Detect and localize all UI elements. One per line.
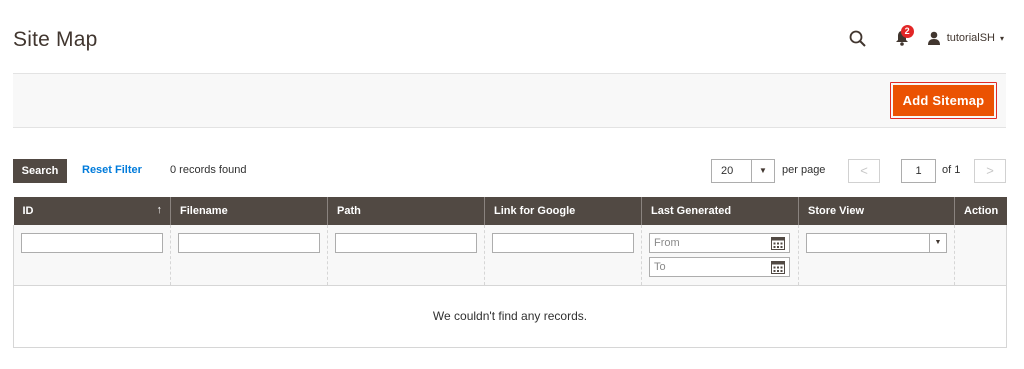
column-header-label: ID [22,205,34,217]
header-actions: 2 tutorialSH ▾ [847,25,1004,50]
calendar-icon[interactable] [771,236,785,250]
column-header-path[interactable]: Path [327,197,485,225]
chevron-down-icon: ▾ [999,33,1004,43]
date-from-wrap [649,233,790,253]
sort-arrow-icon: ↑ [156,204,163,216]
filter-cell-store-view: ▼ [798,225,955,285]
sitemap-grid: ID ↑ Filename Path Link for Google Last … [13,197,1007,348]
records-count: 0 records found [170,164,247,176]
chevron-down-icon[interactable]: ▼ [751,160,774,182]
grid-header-row: ID ↑ Filename Path Link for Google Last … [13,197,1007,225]
next-page-button[interactable]: > [974,159,1006,183]
path-filter-input[interactable] [335,233,477,253]
filter-cell-filename [170,225,328,285]
filter-cell-id [13,225,171,285]
empty-row: We couldn't find any records. [13,284,1007,348]
add-button-focus-ring: Add Sitemap [890,82,997,119]
total-pages-label: of 1 [942,164,961,176]
per-page-select[interactable]: 20 ▼ [711,159,775,183]
search-icon[interactable] [847,27,869,49]
per-page-label: per page [782,164,826,176]
store-view-select[interactable]: ▼ [806,233,947,253]
date-to-wrap [649,257,790,277]
filter-cell-last-generated [641,225,799,285]
column-header-store-view[interactable]: Store View [798,197,955,225]
column-header-last-generated[interactable]: Last Generated [641,197,799,225]
page-actions-bar: Add Sitemap [13,73,1006,128]
user-menu-button[interactable]: tutorialSH ▾ [927,31,1004,45]
link-filter-input[interactable] [492,233,634,253]
id-filter-input[interactable] [21,233,163,253]
filter-cell-path [327,225,485,285]
filename-filter-input[interactable] [178,233,320,253]
date-from-input[interactable] [649,233,790,253]
page-title: Site Map [13,28,98,51]
column-header-link-for-google[interactable]: Link for Google [484,197,642,225]
date-to-input[interactable] [649,257,790,277]
reset-filter-link[interactable]: Reset Filter [82,164,142,176]
current-page-input[interactable] [901,159,936,183]
notifications-badge: 2 [900,25,914,38]
per-page-value: 20 [721,165,734,177]
filter-cell-action [954,225,1007,285]
filter-cell-link [484,225,642,285]
user-name: tutorialSH [946,32,995,44]
grid-controls: Search Reset Filter 0 records found 20 ▼… [13,159,1006,183]
notifications-button[interactable]: 2 [891,25,914,49]
user-icon [927,31,940,45]
column-header-action: Action [954,197,1007,225]
previous-page-button[interactable]: < [848,159,880,183]
column-header-filename[interactable]: Filename [170,197,328,225]
column-header-id[interactable]: ID ↑ [13,197,171,225]
empty-message: We couldn't find any records. [13,284,1007,348]
filter-row: ▼ [13,225,1007,285]
add-sitemap-button[interactable]: Add Sitemap [893,85,994,116]
search-button[interactable]: Search [13,159,67,183]
chevron-down-icon: ▼ [929,234,946,252]
calendar-icon[interactable] [771,260,785,274]
